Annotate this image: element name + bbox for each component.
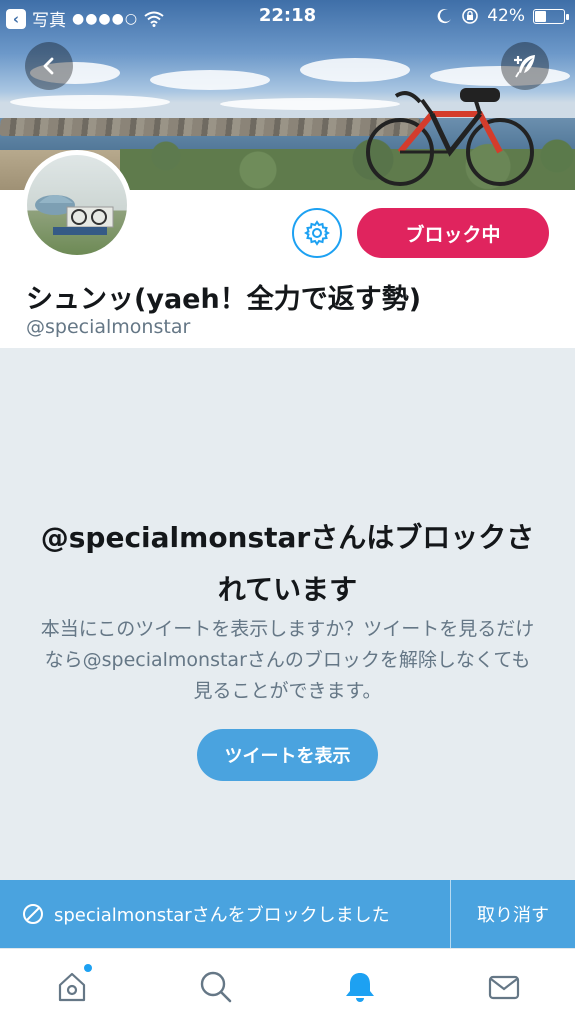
avatar-photo [35, 195, 114, 235]
undo-block-button[interactable]: 取り消す [451, 880, 575, 948]
home-new-tweets-dot [84, 964, 92, 972]
battery-icon [533, 8, 569, 24]
blocked-notice-title: @specialmonstarさんはブロックされています [40, 521, 535, 606]
blocked-snackbar: specialmonstarさんをブロックしました 取り消す [0, 880, 575, 948]
search-icon [200, 971, 232, 1003]
tab-home[interactable] [42, 949, 102, 1024]
tab-messages[interactable] [474, 949, 534, 1024]
blocked-notice-description: 本当にこのツイートを表示しますか？ツイートを見るだけなら@specialmons… [40, 618, 535, 702]
blocking-button[interactable]: ブロック中 [357, 208, 549, 258]
tab-search[interactable] [186, 949, 246, 1024]
snackbar-message: specialmonstarさんをブロックしました [54, 905, 390, 926]
profile-settings-button[interactable] [292, 208, 342, 258]
compose-feather-icon [514, 55, 535, 78]
status-bar: ‹ 写真 ●●●●○ 22:18 42% [0, 0, 575, 32]
bicycle-photo [366, 88, 534, 186]
chevron-left-icon [43, 57, 54, 75]
notifications-icon [346, 973, 374, 1002]
blocked-icon [23, 904, 43, 924]
bottom-tab-bar [0, 948, 575, 1024]
moon-icon [437, 9, 452, 24]
home-icon [58, 972, 86, 1002]
back-button[interactable] [25, 42, 73, 90]
battery-percent: 42% [487, 6, 525, 26]
profile-display-name: シュンッ(yaeh！全力で返す勢) [26, 284, 422, 315]
profile-handle: @specialmonstar [26, 316, 191, 338]
gear-icon [304, 220, 330, 246]
messages-icon [488, 975, 520, 1000]
rotation-lock-icon [462, 8, 479, 24]
avatar[interactable] [22, 150, 132, 260]
show-tweets-button[interactable]: ツイートを表示 [197, 729, 378, 781]
compose-tweet-button[interactable] [501, 42, 549, 90]
tab-notifications[interactable] [330, 949, 390, 1024]
